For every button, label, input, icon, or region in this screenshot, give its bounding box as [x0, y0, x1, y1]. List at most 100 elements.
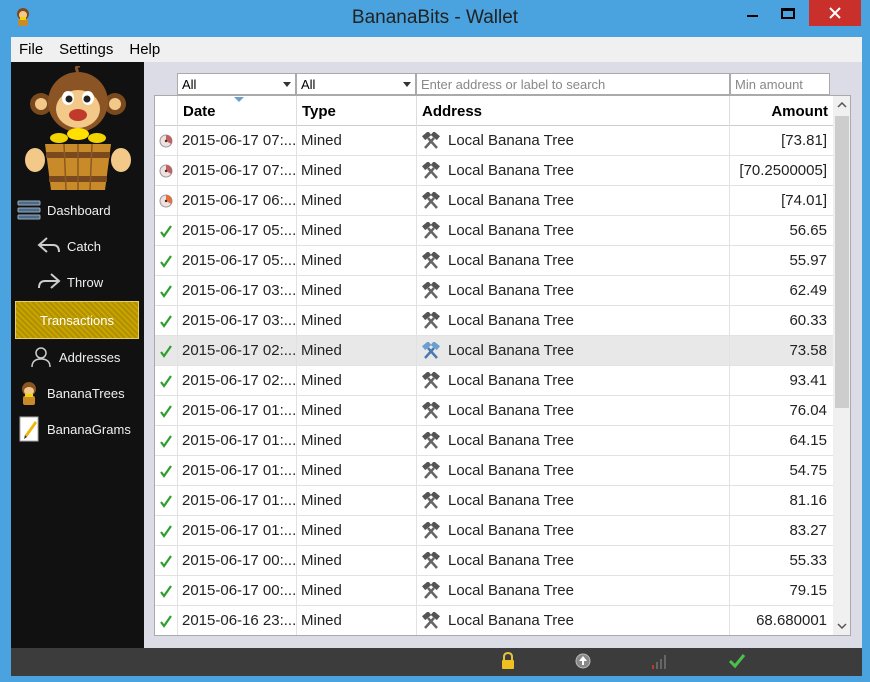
- pending-clock-icon: [155, 156, 178, 185]
- amount-cell: 79.15: [789, 582, 827, 599]
- table-row[interactable]: 2015-06-17 02:... Mined Local Banana Tree 9…: [155, 366, 833, 396]
- table-row[interactable]: 2015-06-17 05:... Mined Local Banana Tree 5…: [155, 246, 833, 276]
- type-cell: Mined: [297, 576, 417, 605]
- search-input[interactable]: Enter address or label to search: [416, 73, 730, 95]
- mining-hammer-icon: [421, 281, 448, 300]
- checkmark-icon[interactable]: [728, 652, 746, 670]
- amount-cell: 55.33: [789, 552, 827, 569]
- throw-arrow-icon: [35, 269, 63, 295]
- sort-indicator-icon: [234, 97, 244, 102]
- table-row[interactable]: 2015-06-17 01:... Mined Local Banana Tree 5…: [155, 456, 833, 486]
- sidebar-item-dashboard[interactable]: Dashboard: [15, 194, 139, 226]
- amount-cell: 93.41: [789, 372, 827, 389]
- type-column-header[interactable]: Type: [297, 96, 417, 126]
- sidebar-item-addresses[interactable]: Addresses: [15, 341, 139, 373]
- date-cell: 2015-06-17 01:...: [178, 516, 297, 545]
- date-cell: 2015-06-17 05:...: [178, 246, 297, 275]
- address-cell: Local Banana Tree: [417, 126, 730, 155]
- date-cell: 2015-06-17 05:...: [178, 216, 297, 245]
- table-row[interactable]: 2015-06-17 01:... Mined Local Banana Tree 8…: [155, 486, 833, 516]
- status-column-header[interactable]: [155, 96, 178, 126]
- signal-bars-icon[interactable]: [651, 652, 669, 670]
- amount-cell: 76.04: [789, 402, 827, 419]
- scroll-down-icon[interactable]: [833, 617, 850, 635]
- address-label: Local Banana Tree: [448, 342, 574, 359]
- mining-hammer-icon: [421, 221, 448, 240]
- amount-cell: 56.65: [789, 222, 827, 239]
- address-column-header[interactable]: Address: [417, 96, 730, 126]
- minimize-button[interactable]: [735, 0, 769, 26]
- sidebar-item-bananagrams[interactable]: BananaGrams: [15, 413, 139, 445]
- menu-bar: File Settings Help: [11, 37, 862, 62]
- table-row[interactable]: 2015-06-17 03:... Mined Local Banana Tree 6…: [155, 306, 833, 336]
- address-cell: Local Banana Tree: [417, 396, 730, 425]
- date-cell: 2015-06-17 00:...: [178, 546, 297, 575]
- type-cell: Mined: [297, 456, 417, 485]
- sidebar-item-throw[interactable]: Throw: [15, 266, 139, 298]
- mining-hammer-icon: [421, 461, 448, 480]
- table-row[interactable]: 2015-06-17 06:... Mined Local Banana Tree […: [155, 186, 833, 216]
- table-row[interactable]: 2015-06-17 07:... Mined Local Banana Tree […: [155, 126, 833, 156]
- date-filter-select[interactable]: All: [177, 73, 296, 95]
- table-row[interactable]: 2015-06-17 07:... Mined Local Banana Tree […: [155, 156, 833, 186]
- type-cell: Mined: [297, 246, 417, 275]
- confirmed-check-icon: [155, 606, 178, 635]
- address-cell: Local Banana Tree: [417, 426, 730, 455]
- lock-icon[interactable]: [499, 652, 517, 670]
- menu-settings[interactable]: Settings: [51, 41, 121, 58]
- date-header-label: Date: [183, 102, 216, 120]
- vertical-scrollbar[interactable]: [833, 96, 850, 635]
- date-column-header[interactable]: Date: [178, 96, 297, 126]
- address-cell: Local Banana Tree: [417, 216, 730, 245]
- scrollbar-thumb[interactable]: [835, 116, 849, 408]
- amount-cell: 55.97: [789, 252, 827, 269]
- table-row[interactable]: 2015-06-17 05:... Mined Local Banana Tree 5…: [155, 216, 833, 246]
- type-cell: Mined: [297, 546, 417, 575]
- sidebar-item-catch[interactable]: Catch: [15, 230, 139, 262]
- notepad-icon: [15, 416, 43, 442]
- type-cell: Mined: [297, 126, 417, 155]
- confirmed-check-icon: [155, 516, 178, 545]
- type-filter-select[interactable]: All: [296, 73, 416, 95]
- table-row[interactable]: 2015-06-17 00:... Mined Local Banana Tree 7…: [155, 576, 833, 606]
- min-amount-placeholder: Min amount: [735, 77, 803, 92]
- type-cell: Mined: [297, 396, 417, 425]
- type-cell: Mined: [297, 156, 417, 185]
- address-label: Local Banana Tree: [448, 522, 574, 539]
- sidebar-item-transactions[interactable]: Transactions: [15, 301, 139, 339]
- maximize-button[interactable]: [771, 0, 805, 26]
- type-cell: Mined: [297, 306, 417, 335]
- scroll-up-icon[interactable]: [833, 96, 850, 114]
- mining-hammer-icon: [421, 431, 448, 450]
- sync-icon[interactable]: [574, 652, 592, 670]
- type-cell: Mined: [297, 276, 417, 305]
- amount-cell: 64.15: [789, 432, 827, 449]
- mining-hammer-icon: [421, 191, 448, 210]
- menu-help[interactable]: Help: [121, 41, 168, 58]
- address-label: Local Banana Tree: [448, 462, 574, 479]
- amount-header-label: Amount: [771, 102, 828, 120]
- mining-hammer-icon: [421, 131, 448, 150]
- close-button[interactable]: [809, 0, 861, 26]
- table-row[interactable]: 2015-06-17 02:... Mined Local Banana Tree 7…: [155, 336, 833, 366]
- table-row[interactable]: 2015-06-17 03:... Mined Local Banana Tree 6…: [155, 276, 833, 306]
- menu-file[interactable]: File: [11, 41, 51, 58]
- confirmed-check-icon: [155, 276, 178, 305]
- catch-arrow-icon: [35, 233, 63, 259]
- search-placeholder: Enter address or label to search: [421, 77, 606, 92]
- table-row[interactable]: 2015-06-17 00:... Mined Local Banana Tree 5…: [155, 546, 833, 576]
- address-cell: Local Banana Tree: [417, 546, 730, 575]
- sidebar-item-label: Catch: [67, 238, 101, 254]
- title-bar: BananaBits - Wallet: [0, 0, 870, 36]
- mining-hammer-icon: [421, 491, 448, 510]
- amount-column-header[interactable]: Amount: [730, 96, 833, 126]
- table-row[interactable]: 2015-06-17 01:... Mined Local Banana Tree 8…: [155, 516, 833, 546]
- table-row[interactable]: 2015-06-16 23:... Mined Local Banana Tree 6…: [155, 606, 833, 635]
- type-cell: Mined: [297, 216, 417, 245]
- min-amount-input[interactable]: Min amount: [730, 73, 830, 95]
- amount-cell: [74.01]: [781, 192, 827, 209]
- table-row[interactable]: 2015-06-17 01:... Mined Local Banana Tree 7…: [155, 396, 833, 426]
- table-row[interactable]: 2015-06-17 01:... Mined Local Banana Tree 6…: [155, 426, 833, 456]
- address-cell: Local Banana Tree: [417, 516, 730, 545]
- sidebar-item-bananatrees[interactable]: BananaTrees: [15, 377, 139, 409]
